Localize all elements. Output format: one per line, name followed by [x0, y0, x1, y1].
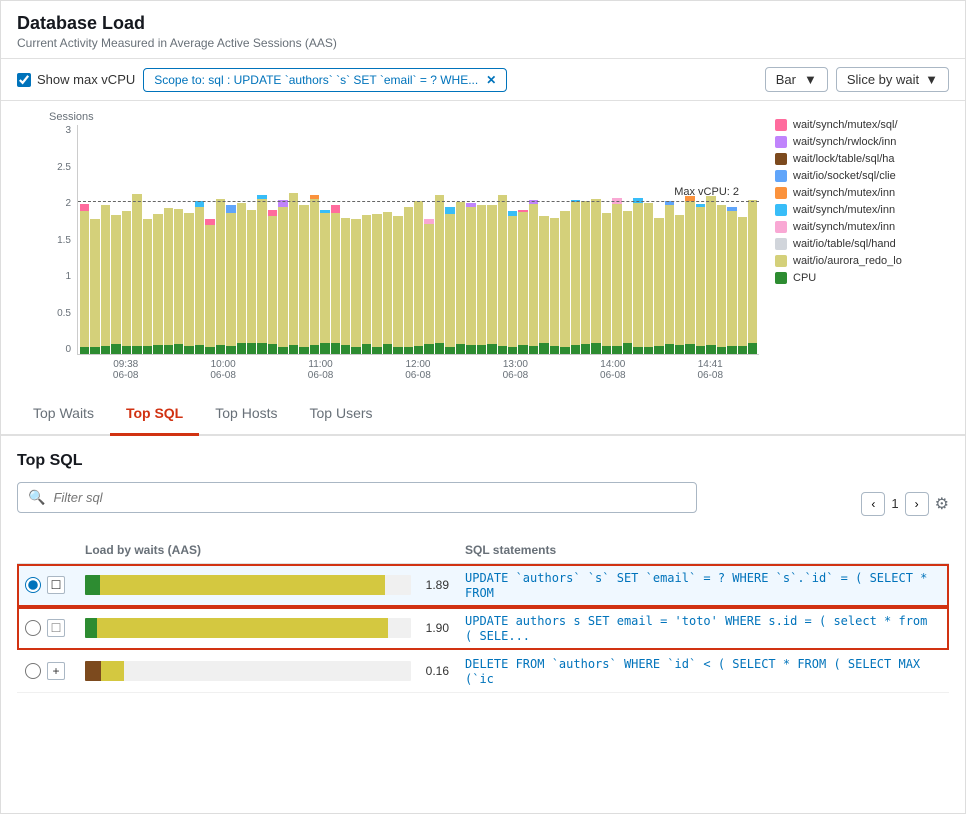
sql-link[interactable]: DELETE FROM `authors` WHERE `id` < ( SEL…: [465, 657, 920, 686]
dropdown-arrow-icon: ▼: [804, 72, 817, 87]
load-bar-container: 1.90: [85, 618, 449, 638]
top-sql-title: Top SQL: [17, 452, 949, 470]
row-controls-cell: +: [17, 650, 77, 693]
table-row: + 0.16: [17, 650, 949, 693]
row-load-cell: 0.16: [77, 650, 457, 693]
row-controls-cell: ☐: [17, 564, 77, 607]
pagination-next-button[interactable]: ›: [905, 492, 929, 516]
chart-container: 3 2.5 2 1.5 1 0.5 0 Max vCPU: 2: [45, 125, 759, 385]
header: Database Load Current Activity Measured …: [1, 1, 965, 59]
top-sql-section: Top SQL 🔍 ‹ 1 › ⚙ Load by waits (AAS) SQ…: [1, 436, 965, 709]
chart-legend: wait/synch/mutex/sql/ wait/synch/rwlock/…: [759, 111, 949, 385]
slice-dropdown-icon: ▼: [925, 72, 938, 87]
load-bar: [85, 661, 411, 681]
pagination: ‹ 1 › ⚙: [861, 492, 949, 516]
show-max-vcpu-label[interactable]: Show max vCPU: [17, 72, 135, 87]
chart-type-dropdown[interactable]: Bar ▼: [765, 67, 828, 92]
chart-main: Sessions 3 2.5 2 1.5 1 0.5 0 Max vCPU: 2: [17, 111, 759, 385]
scope-filter[interactable]: Scope to: sql : UPDATE `authors` `s` SET…: [143, 68, 507, 92]
tab-top-sql[interactable]: Top SQL: [110, 393, 199, 436]
load-bar: [85, 575, 411, 595]
row-expand-button[interactable]: ☐: [47, 619, 65, 637]
row-controls: ☐: [25, 619, 69, 637]
table-row: ☐ 1.89: [17, 564, 949, 607]
tab-top-users[interactable]: Top Users: [294, 393, 389, 436]
chart-plot[interactable]: Max vCPU: 2: [77, 125, 759, 355]
sql-link[interactable]: UPDATE `authors` `s` SET `email` = ? WHE…: [465, 571, 927, 600]
tab-top-waits[interactable]: Top Waits: [17, 393, 110, 436]
load-value: 1.89: [419, 578, 449, 592]
y-axis-label: Sessions: [49, 111, 759, 123]
settings-gear-button[interactable]: ⚙: [935, 494, 949, 514]
row-controls: +: [25, 662, 69, 680]
row-sql-cell: UPDATE `authors` `s` SET `email` = ? WHE…: [457, 564, 949, 607]
load-value: 1.90: [419, 621, 449, 635]
show-max-vcpu-text: Show max vCPU: [37, 72, 135, 87]
legend-item-mutex-inn3: wait/synch/mutex/inn: [775, 221, 949, 233]
row-sql-cell: UPDATE authors s SET email = 'toto' WHER…: [457, 607, 949, 650]
pagination-page: 1: [891, 496, 898, 511]
sql-link[interactable]: UPDATE authors s SET email = 'toto' WHER…: [465, 614, 927, 643]
chart-area: Sessions 3 2.5 2 1.5 1 0.5 0 Max vCPU: 2: [1, 101, 965, 393]
show-max-vcpu-checkbox[interactable]: [17, 73, 31, 87]
slice-by-button[interactable]: Slice by wait ▼: [836, 67, 949, 92]
sql-table: Load by waits (AAS) SQL statements ☐: [17, 537, 949, 693]
scope-close-icon[interactable]: ✕: [486, 73, 496, 87]
legend-item-aurora-redo: wait/io/aurora_redo_lo: [775, 255, 949, 267]
col-ctrl-header: [17, 537, 77, 564]
row-controls: ☐: [25, 576, 69, 594]
legend-item-rwlock-inn: wait/synch/rwlock/inn: [775, 136, 949, 148]
max-vcpu-line: Max vCPU: 2: [78, 201, 759, 202]
tab-top-hosts[interactable]: Top Hosts: [199, 393, 293, 436]
legend-item-mutex-sql: wait/synch/mutex/sql/: [775, 119, 949, 131]
row-expand-button[interactable]: ☐: [47, 576, 65, 594]
legend-item-lock-table: wait/lock/table/sql/ha: [775, 153, 949, 165]
row-select-radio[interactable]: [25, 577, 41, 593]
scope-text: Scope to: sql : UPDATE `authors` `s` SET…: [154, 73, 478, 87]
chart-type-label: Bar: [776, 72, 796, 87]
sql-search-input[interactable]: [53, 490, 686, 505]
row-select-radio[interactable]: [25, 620, 41, 636]
legend-item-socket-clie: wait/io/socket/sql/clie: [775, 170, 949, 182]
row-expand-button[interactable]: +: [47, 662, 65, 680]
row-controls-cell: ☐: [17, 607, 77, 650]
row-sql-cell: DELETE FROM `authors` WHERE `id` < ( SEL…: [457, 650, 949, 693]
legend-item-cpu: CPU: [775, 272, 949, 284]
sql-search-bar[interactable]: 🔍: [17, 482, 697, 513]
load-bar: [85, 618, 411, 638]
table-row: ☐ 1.90: [17, 607, 949, 650]
legend-item-mutex-inn2: wait/synch/mutex/inn: [775, 204, 949, 216]
slice-by-label: Slice by wait: [847, 72, 919, 87]
max-vcpu-label: Max vCPU: 2: [674, 186, 739, 198]
pagination-prev-button[interactable]: ‹: [861, 492, 885, 516]
load-bar-container: 0.16: [85, 661, 449, 681]
x-axis: 09:3806-08 10:0006-08 11:0006-08 12:0006…: [77, 355, 759, 381]
row-select-radio[interactable]: [25, 663, 41, 679]
legend-item-table-hand: wait/io/table/sql/hand: [775, 238, 949, 250]
load-bar-container: 1.89: [85, 575, 449, 595]
tabs: Top Waits Top SQL Top Hosts Top Users: [1, 393, 965, 436]
col-sql-header: SQL statements: [457, 537, 949, 564]
search-icon: 🔍: [28, 489, 45, 506]
row-load-cell: 1.89: [77, 564, 457, 607]
row-load-cell: 1.90: [77, 607, 457, 650]
page-subtitle: Current Activity Measured in Average Act…: [17, 36, 949, 50]
legend-item-mutex-inn1: wait/synch/mutex/inn: [775, 187, 949, 199]
page-title: Database Load: [17, 13, 949, 34]
load-value: 0.16: [419, 664, 449, 678]
col-load-header: Load by waits (AAS): [77, 537, 457, 564]
y-axis: 3 2.5 2 1.5 1 0.5 0: [45, 125, 75, 355]
toolbar: Show max vCPU Scope to: sql : UPDATE `au…: [1, 59, 965, 101]
bars-wrapper: [78, 125, 759, 354]
